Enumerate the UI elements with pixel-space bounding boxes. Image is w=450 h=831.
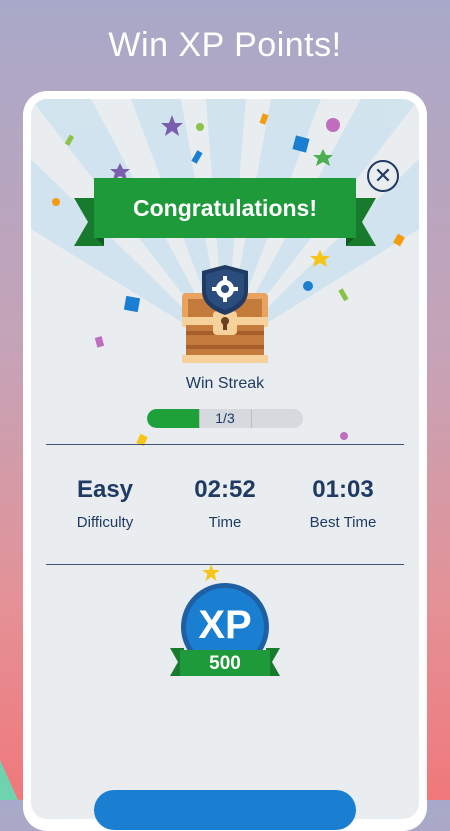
- continue-button[interactable]: [94, 790, 356, 830]
- stat-time: 02:52 Time: [160, 476, 290, 531]
- stat-value: 01:03: [312, 476, 374, 503]
- stat-difficulty: Easy Difficulty: [40, 476, 170, 531]
- xp-label: XP: [198, 603, 252, 647]
- divider-bottom: [46, 564, 404, 565]
- close-icon: ✕: [373, 163, 393, 188]
- streak-progress-text: 1/3: [215, 410, 235, 426]
- stat-best-time: 01:03 Best Time: [278, 476, 408, 531]
- reward-label: Win Streak: [185, 375, 265, 392]
- streak-progress-bar: 1/3: [147, 409, 303, 428]
- treasure-chest-icon: [182, 265, 268, 363]
- stat-label: Difficulty: [76, 514, 134, 531]
- banner-title: Congratulations!: [133, 194, 317, 221]
- divider-top: [46, 444, 404, 445]
- corner-decoration: [0, 760, 18, 800]
- xp-amount: 500: [209, 653, 241, 674]
- stat-value: Easy: [76, 476, 134, 503]
- stat-label: Time: [208, 514, 242, 531]
- stat-value: 02:52: [194, 476, 256, 503]
- star-icon: [202, 564, 220, 581]
- stat-label: Best Time: [309, 514, 377, 531]
- promo-headline: Win XP Points!: [108, 26, 342, 64]
